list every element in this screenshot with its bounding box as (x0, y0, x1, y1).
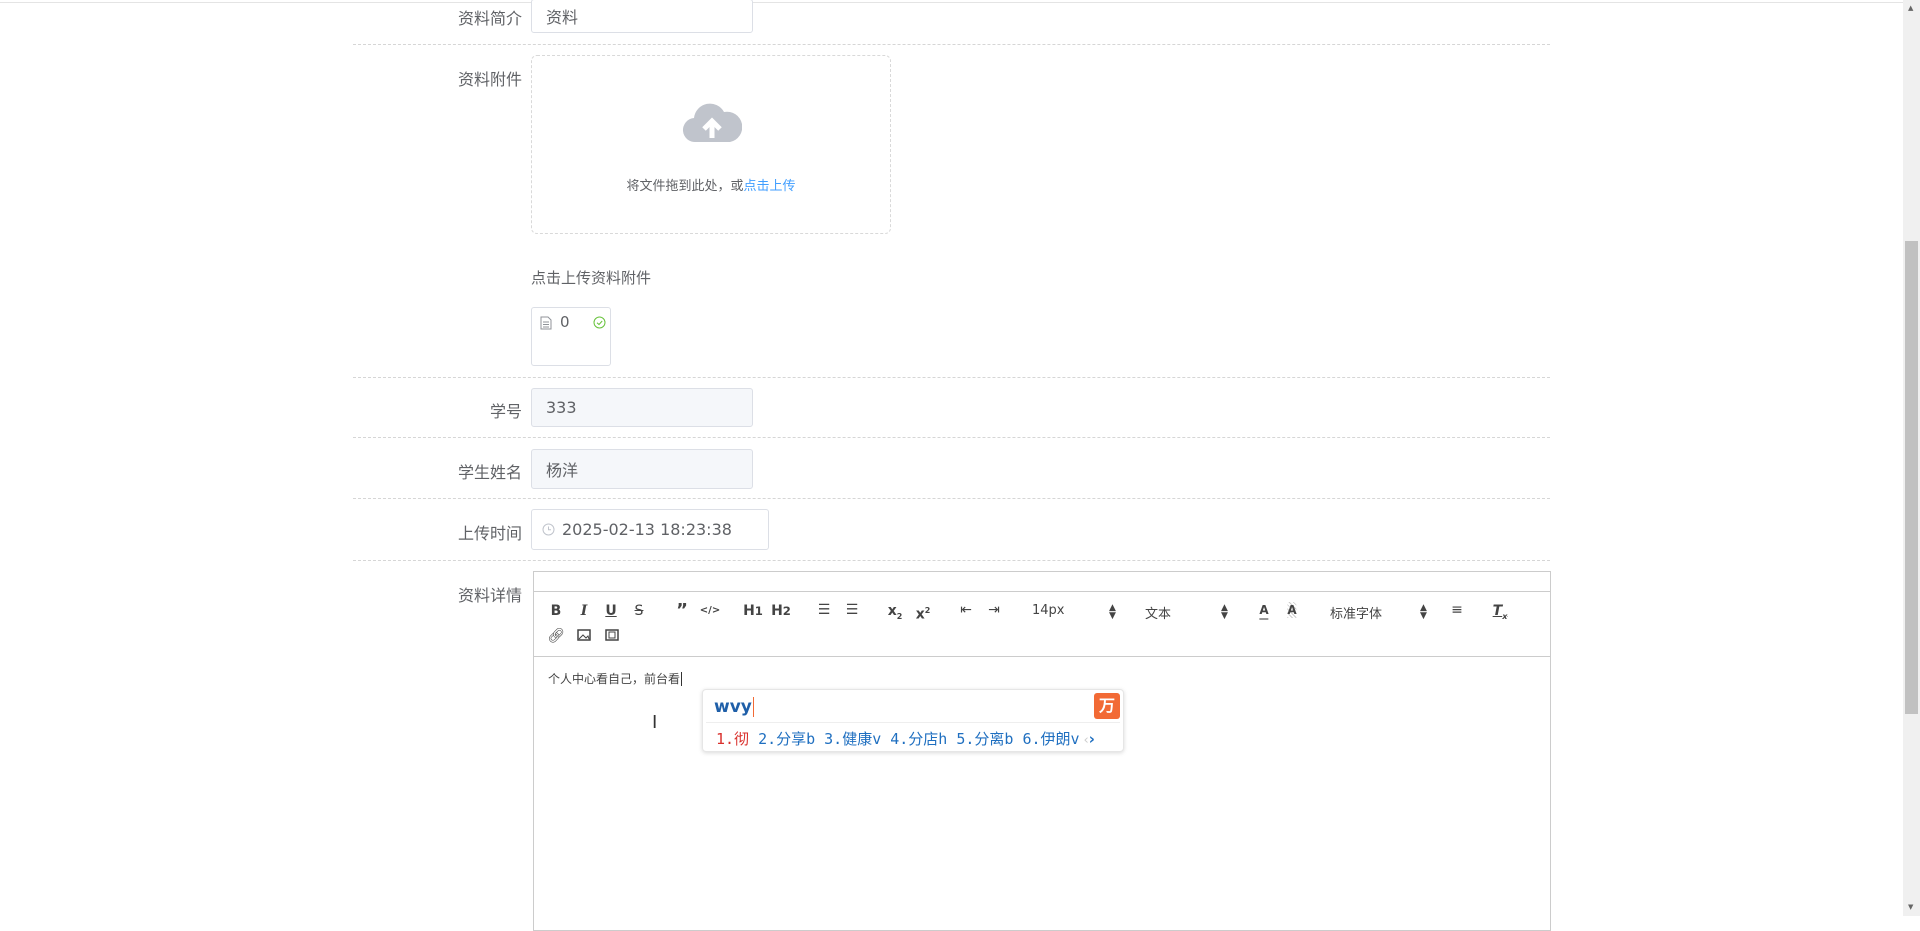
attachment-label: 资料附件 (457, 70, 522, 89)
summary-value: 资料 (546, 8, 579, 27)
ime-separator (706, 722, 1120, 723)
detail-label: 资料详情 (457, 586, 522, 605)
file-name: 0 (560, 313, 570, 331)
scrollbar-thumb[interactable] (1905, 241, 1918, 714)
code-block-button[interactable]: </> (700, 603, 720, 619)
divider (353, 44, 1550, 45)
header-select[interactable]: 文本 (1145, 603, 1171, 622)
file-card[interactable]: 0 (531, 307, 611, 366)
page-scrollbar[interactable]: ▲ ▼ (1903, 0, 1920, 916)
student-id-value: 333 (546, 398, 577, 417)
font-size-value: 14px (1032, 603, 1065, 618)
bullet-list-button[interactable]: ☰ (846, 602, 859, 618)
header-1-button[interactable]: H1 (743, 603, 763, 619)
font-family-arrow-icon: ▲ ▼ (1420, 603, 1427, 621)
ime-candidate[interactable]: 5.分离b (956, 730, 1013, 748)
summary-input[interactable]: 资料 (531, 0, 753, 33)
font-size-arrow-icon: ▲ ▼ (1109, 603, 1116, 621)
student-id-input[interactable]: 333 (531, 388, 753, 427)
student-name-label: 学生姓名 (457, 463, 522, 482)
scroll-down-icon[interactable]: ▼ (1908, 903, 1913, 911)
subscript-button[interactable]: x2 (888, 603, 903, 625)
click-upload-link[interactable]: 点击上传 (744, 179, 796, 194)
upload-tip: 点击上传资料附件 (531, 269, 652, 287)
outdent-button[interactable]: ⇤ (960, 602, 972, 618)
upload-dropzone[interactable]: 将文件拖到此处，或点击上传 (531, 55, 891, 234)
drop-hint: 将文件拖到此处，或 (626, 179, 744, 194)
ime-candidate[interactable]: 4.分店h (890, 730, 947, 748)
document-icon (540, 316, 552, 330)
ime-candidate[interactable]: 6.伊朗v (1022, 730, 1079, 748)
divider (353, 560, 1550, 561)
underline-button[interactable]: U (605, 603, 616, 619)
ime-candidate-window: wvy 万 1.彻 2.分享b 3.健康v 4.分店h 5.分离b 6.伊朗v ‹› (702, 689, 1124, 752)
indent-button[interactable]: ⇥ (988, 602, 1000, 618)
ime-logo-icon[interactable]: 万 (1094, 693, 1120, 719)
background-color-button[interactable]: A (1287, 602, 1297, 618)
font-family-value: 标准字体 (1330, 607, 1383, 622)
editor-content[interactable]: 个人中心看自己，前台看 (548, 670, 683, 687)
bold-button[interactable]: B (551, 603, 562, 619)
content-text: 个人中心看自己，前台看 (548, 672, 681, 686)
font-size-select[interactable]: 14px (1032, 603, 1065, 618)
ime-candidate[interactable]: 1.彻 (716, 730, 749, 748)
student-id-label: 学号 (489, 402, 522, 421)
upload-time-label: 上传时间 (457, 524, 522, 543)
ime-candidate[interactable]: 2.分享b (758, 730, 815, 748)
drop-text: 将文件拖到此处，或点击上传 (532, 175, 890, 194)
italic-button[interactable]: I (581, 603, 588, 619)
ordered-list-button[interactable]: ☰ (818, 602, 831, 618)
divider (353, 437, 1550, 438)
link-button[interactable]: 🔗︎ (547, 628, 565, 644)
font-family-select[interactable]: 标准字体 (1330, 603, 1382, 622)
header-2-button[interactable]: H2 (771, 603, 791, 619)
font-color-button[interactable]: A (1259, 602, 1269, 620)
image-icon[interactable] (577, 629, 591, 641)
divider (353, 377, 1550, 378)
strike-button[interactable]: S (635, 603, 644, 619)
superscript-button[interactable]: x2 (916, 603, 931, 623)
ime-candidate[interactable]: 3.健康v (824, 730, 881, 748)
ime-next-page-icon[interactable]: › (1089, 730, 1095, 748)
student-name-value: 杨洋 (546, 461, 579, 480)
check-circle-icon (593, 316, 606, 329)
student-name-input[interactable]: 杨洋 (531, 449, 753, 489)
clean-format-button[interactable]: Tx (1493, 603, 1508, 625)
text-cursor-icon: I (652, 712, 658, 733)
align-button[interactable]: ≡ (1451, 602, 1463, 618)
cloud-upload-icon (683, 103, 742, 143)
clock-icon (542, 523, 555, 536)
divider (353, 498, 1550, 499)
scroll-up-icon[interactable]: ▲ (1908, 4, 1913, 12)
video-icon[interactable] (605, 629, 619, 641)
ime-composition: wvy (714, 697, 754, 717)
ime-candidates: 1.彻 2.分享b 3.健康v 4.分店h 5.分离b 6.伊朗v ‹› (716, 728, 1095, 749)
header-arrow-icon: ▲ ▼ (1221, 603, 1228, 621)
top-border (0, 2, 1903, 3)
upload-time-value: 2025-02-13 18:23:38 (562, 520, 732, 539)
upload-time-picker[interactable]: 2025-02-13 18:23:38 (531, 509, 769, 550)
header-value: 文本 (1145, 607, 1172, 622)
ime-input-text: wvy (714, 697, 752, 717)
blockquote-button[interactable]: ” (676, 602, 688, 620)
summary-label: 资料简介 (457, 9, 522, 28)
